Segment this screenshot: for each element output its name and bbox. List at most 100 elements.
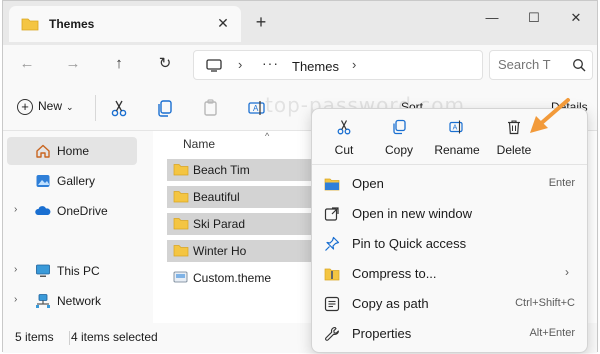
folder-icon <box>173 191 189 203</box>
trash-icon <box>508 120 520 135</box>
cut-label: Cut <box>334 143 354 157</box>
wrench-icon <box>325 326 339 341</box>
sidebar-item-home[interactable]: Home <box>7 137 137 165</box>
sidebar-item-label: Gallery <box>57 174 96 188</box>
forward-button[interactable]: → <box>61 52 85 76</box>
breadcrumb-separator: › <box>352 57 357 72</box>
file-row[interactable]: Beach Tim <box>167 159 313 181</box>
svg-text:A: A <box>253 104 259 113</box>
cut-button[interactable]: Cut <box>316 113 372 161</box>
breadcrumb-separator: › <box>238 57 243 72</box>
paste-icon[interactable] <box>201 98 221 118</box>
monitor-icon <box>206 59 222 72</box>
copy-button[interactable]: Copy <box>371 113 427 161</box>
pc-icon <box>36 264 50 277</box>
chevron-right-icon[interactable]: › <box>14 294 17 305</box>
menu-item-copy-as-path[interactable]: Copy as path Ctrl+Shift+C <box>316 289 583 319</box>
sidebar-item-onedrive[interactable]: › OneDrive <box>7 197 137 225</box>
file-row[interactable]: Beautiful <box>167 186 313 208</box>
file-row[interactable]: Ski Parad <box>167 213 313 235</box>
path-icon <box>324 296 340 312</box>
sidebar-item-label: Network <box>57 294 102 308</box>
menu-item-open-in-new-window[interactable]: Open in new window <box>316 199 583 229</box>
status-selected-count: 4 items selected <box>71 330 158 344</box>
chevron-right-icon[interactable]: › <box>14 204 17 215</box>
new-tab-button[interactable]: + <box>251 12 271 32</box>
menu-item-pin-to-quick-access[interactable]: Pin to Quick access <box>316 229 583 259</box>
menu-item-label: Open in new window <box>352 206 472 221</box>
menu-item-label: Properties <box>352 326 412 341</box>
file-name: Ski Parad <box>193 217 246 231</box>
folder-icon <box>21 18 39 31</box>
shortcut-hint: Ctrl+Shift+C <box>515 297 575 309</box>
delete-label: Delete <box>496 143 532 157</box>
gallery-icon <box>36 175 50 187</box>
new-window-icon <box>324 207 339 221</box>
rename-button[interactable]: A Rename <box>429 113 485 161</box>
copy-icon[interactable] <box>155 98 175 118</box>
up-button[interactable]: ↑ <box>107 52 131 76</box>
menu-item-compress-to[interactable]: Compress to... › <box>316 259 583 289</box>
breadcrumb-overflow[interactable]: ··· <box>262 55 279 71</box>
back-button[interactable]: ← <box>15 52 39 76</box>
refresh-button[interactable]: ↻ <box>153 52 177 76</box>
file-row[interactable]: Winter Ho <box>167 240 313 262</box>
title-bar: Themes ✕ + — ☐ ✕ <box>3 1 597 45</box>
home-icon <box>36 144 50 158</box>
sidebar-item-network[interactable]: › Network <box>7 287 137 315</box>
folder-icon <box>173 245 189 257</box>
breadcrumb-themes[interactable]: Themes <box>292 59 339 74</box>
shortcut-hint: Alt+Enter <box>529 327 575 339</box>
menu-item-label: Copy as path <box>352 296 429 311</box>
plus-icon: + <box>17 99 33 115</box>
chevron-down-icon: ⌄ <box>66 101 74 112</box>
scissors-icon <box>337 120 351 135</box>
file-name: Beautiful <box>193 190 240 204</box>
shortcut-hint: Enter <box>548 177 575 189</box>
pin-icon <box>325 236 340 251</box>
theme-file-icon <box>173 271 188 283</box>
sidebar-item-this-pc[interactable]: › This PC <box>7 257 137 285</box>
navigation-pane: Home Gallery › OneDrive › This PC › Netw… <box>3 131 153 323</box>
tab-title: Themes <box>49 17 95 31</box>
context-menu: Cut Copy A Rename Delete Open Enter Open… <box>311 108 588 353</box>
menu-item-properties[interactable]: Properties Alt+Enter <box>316 319 583 349</box>
sidebar-item-gallery[interactable]: Gallery <box>7 167 137 195</box>
close-window-button[interactable]: ✕ <box>561 8 591 28</box>
chevron-right-icon[interactable]: › <box>14 264 17 275</box>
sort-ascending-icon: ^ <box>265 131 270 141</box>
sidebar-item-label: This PC <box>57 264 100 278</box>
status-item-count: 5 items <box>15 330 54 344</box>
network-icon <box>36 294 50 308</box>
rename-label: Rename <box>434 143 480 157</box>
sidebar-item-label: OneDrive <box>57 204 108 218</box>
search-box[interactable] <box>489 50 593 80</box>
address-bar[interactable]: › ··· Themes › <box>193 50 483 80</box>
search-input[interactable] <box>498 57 570 72</box>
menu-item-open[interactable]: Open Enter <box>316 169 583 199</box>
minimize-button[interactable]: — <box>477 8 507 28</box>
cut-icon[interactable] <box>109 98 129 118</box>
copy-icon <box>393 119 406 135</box>
menu-item-label: Pin to Quick access <box>352 236 467 251</box>
file-row[interactable]: Custom.theme <box>167 267 313 289</box>
menu-item-label: Compress to... <box>352 266 437 281</box>
tab-themes[interactable]: Themes ✕ <box>9 6 241 42</box>
file-name: Custom.theme <box>193 271 272 285</box>
file-name: Winter Ho <box>193 244 247 258</box>
maximize-button[interactable]: ☐ <box>519 8 549 28</box>
divider <box>95 95 96 121</box>
archive-icon <box>324 268 340 281</box>
cloud-icon <box>35 206 51 215</box>
close-tab-icon[interactable]: ✕ <box>213 13 233 33</box>
folder-open-icon <box>324 178 340 191</box>
rename-icon[interactable]: A <box>247 98 267 118</box>
column-header-name[interactable]: Name <box>183 137 215 151</box>
folder-icon <box>173 218 189 230</box>
chevron-right-icon: › <box>565 265 569 279</box>
copy-label: Copy <box>384 143 413 157</box>
new-label: New <box>38 99 63 114</box>
sidebar-item-label: Home <box>57 144 90 158</box>
folder-icon <box>173 164 189 176</box>
new-button[interactable]: + New ⌄ <box>17 99 74 119</box>
